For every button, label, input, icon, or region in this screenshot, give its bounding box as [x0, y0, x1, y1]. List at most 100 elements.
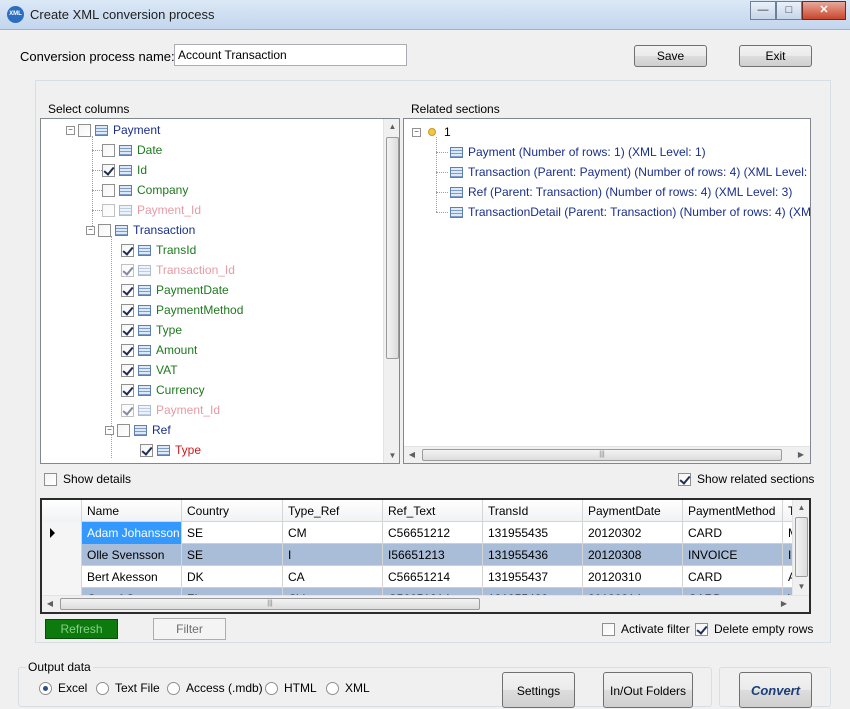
related-item[interactable]: TransactionDetail (Parent: Transaction) … — [450, 202, 810, 222]
column-header[interactable]: PaymentDate — [583, 500, 683, 522]
column-header[interactable]: Ref_Text — [383, 500, 483, 522]
exit-button[interactable]: Exit — [739, 45, 812, 67]
checkbox[interactable] — [140, 443, 153, 457]
checkbox[interactable] — [117, 423, 130, 437]
checkbox[interactable] — [121, 323, 134, 337]
scroll-up-icon[interactable]: ▲ — [793, 503, 809, 512]
column-header[interactable]: Country — [182, 500, 283, 522]
column-header[interactable]: Name — [82, 500, 182, 522]
table-cell[interactable]: 20120302 — [583, 522, 683, 544]
show-related-checkbox[interactable] — [678, 472, 691, 486]
checkbox[interactable] — [102, 203, 115, 217]
process-name-input[interactable]: Account Transaction — [174, 44, 407, 66]
column-header[interactable]: Type_Ref — [283, 500, 383, 522]
settings-button[interactable]: Settings — [502, 672, 575, 708]
column-header[interactable]: PaymentMethod — [683, 500, 783, 522]
tree-node-payment-id-2[interactable]: Payment_Id — [121, 400, 220, 420]
tree-node-transaction[interactable]: − Transaction — [86, 220, 195, 240]
collapse-icon[interactable]: − — [86, 225, 95, 235]
related-item[interactable]: Transaction (Parent: Payment) (Number of… — [450, 162, 810, 182]
select-columns-tree[interactable]: − Payment Date Id Company Payment_Id − T… — [40, 118, 400, 464]
checkbox[interactable] — [121, 263, 134, 277]
related-root[interactable]: − 1 — [412, 122, 451, 142]
collapse-icon[interactable]: − — [105, 425, 114, 435]
related-sections-tree[interactable]: − 1 Payment (Number of rows: 1) (XML Lev… — [403, 118, 811, 464]
table-cell[interactable]: CARD — [683, 566, 783, 588]
minimize-button[interactable]: — — [750, 1, 776, 20]
table-row[interactable]: Bert Akesson DK CA C56651214 131955437 2… — [42, 566, 809, 588]
radio-html[interactable] — [265, 681, 278, 695]
output-option-xml[interactable]: XML — [326, 681, 370, 695]
related-item[interactable]: Payment (Number of rows: 1) (XML Level: … — [450, 142, 706, 162]
checkbox[interactable] — [102, 163, 115, 177]
checkbox[interactable] — [121, 343, 134, 357]
grid-vertical-scrollbar[interactable]: ▲ ▼ — [792, 500, 809, 595]
tree-node-payment-id[interactable]: Payment_Id — [102, 200, 201, 220]
scroll-thumb[interactable]: ||| — [422, 449, 782, 461]
tree-node-paymentdate[interactable]: PaymentDate — [121, 280, 229, 300]
table-cell[interactable]: Adam Johansson — [82, 522, 182, 544]
table-cell[interactable]: C56651214 — [383, 566, 483, 588]
delete-empty-rows-checkbox[interactable] — [695, 622, 708, 636]
table-cell[interactable]: Olle Svensson — [82, 544, 182, 566]
checkbox[interactable] — [102, 143, 115, 157]
collapse-icon[interactable]: − — [412, 127, 421, 137]
related-item[interactable]: Ref (Parent: Transaction) (Number of row… — [450, 182, 792, 202]
output-option-html[interactable]: HTML — [265, 681, 317, 695]
table-cell[interactable]: 131955435 — [483, 522, 583, 544]
checkbox[interactable] — [121, 363, 134, 377]
tree-node-ref[interactable]: − Ref — [105, 420, 171, 440]
delete-empty-rows-option[interactable]: Delete empty rows — [695, 622, 813, 636]
activate-filter-option[interactable]: Activate filter — [602, 622, 690, 636]
show-details-option[interactable]: Show details — [44, 472, 131, 486]
tree-node-date[interactable]: Date — [102, 140, 162, 160]
table-row[interactable]: Adam Johansson SE CM C56651212 131955435… — [42, 522, 809, 544]
tree-node-transid[interactable]: TransId — [121, 240, 196, 260]
table-cell[interactable]: SE — [182, 522, 283, 544]
checkbox[interactable] — [121, 303, 134, 317]
tree-node-id[interactable]: Id — [102, 160, 147, 180]
scroll-right-icon[interactable]: ▶ — [796, 450, 806, 459]
scroll-thumb[interactable] — [795, 517, 808, 577]
table-cell[interactable]: INVOICE — [683, 544, 783, 566]
row-header[interactable] — [42, 566, 82, 588]
table-cell[interactable]: CARD — [683, 522, 783, 544]
checkbox[interactable] — [98, 223, 111, 237]
show-details-checkbox[interactable] — [44, 472, 57, 486]
collapse-icon[interactable]: − — [66, 125, 75, 135]
table-cell[interactable]: 131955436 — [483, 544, 583, 566]
scroll-down-icon[interactable]: ▼ — [384, 451, 399, 460]
table-cell[interactable]: C56651212 — [383, 522, 483, 544]
tree-node-transaction-id[interactable]: Transaction_Id — [121, 260, 235, 280]
row-header[interactable] — [42, 544, 82, 566]
column-header[interactable]: TransId — [483, 500, 583, 522]
table-cell[interactable]: CA — [283, 566, 383, 588]
table-cell[interactable]: I — [283, 544, 383, 566]
table-cell[interactable]: DK — [182, 566, 283, 588]
in-out-folders-button[interactable]: In/Out Folders — [603, 672, 693, 708]
save-button[interactable]: Save — [634, 45, 707, 67]
related-horizontal-scrollbar[interactable]: ◀ ||| ▶ — [404, 446, 810, 463]
scroll-up-icon[interactable]: ▲ — [384, 122, 399, 131]
tree-node-company[interactable]: Company — [102, 180, 188, 200]
show-related-option[interactable]: Show related sections — [678, 472, 814, 486]
tree-node-amount[interactable]: Amount — [121, 340, 197, 360]
table-cell[interactable]: 131955437 — [483, 566, 583, 588]
checkbox[interactable] — [78, 123, 91, 137]
radio-excel[interactable] — [39, 681, 52, 695]
tree-node-paymentmethod[interactable]: PaymentMethod — [121, 300, 243, 320]
tree-node-type[interactable]: Type — [121, 320, 182, 340]
checkbox[interactable] — [121, 383, 134, 397]
close-button[interactable]: ✕ — [802, 1, 846, 20]
scroll-right-icon[interactable]: ▶ — [779, 599, 789, 608]
table-cell[interactable]: SE — [182, 544, 283, 566]
tree-node-payment[interactable]: − Payment — [66, 120, 160, 140]
checkbox[interactable] — [121, 243, 134, 257]
filter-button[interactable]: Filter — [153, 618, 226, 640]
output-option-excel[interactable]: Excel — [39, 681, 87, 695]
checkbox[interactable] — [121, 283, 134, 297]
output-option-text[interactable]: Text File — [96, 681, 160, 695]
scroll-thumb[interactable] — [386, 137, 399, 359]
scroll-left-icon[interactable]: ◀ — [45, 599, 55, 608]
radio-access[interactable] — [167, 681, 180, 695]
